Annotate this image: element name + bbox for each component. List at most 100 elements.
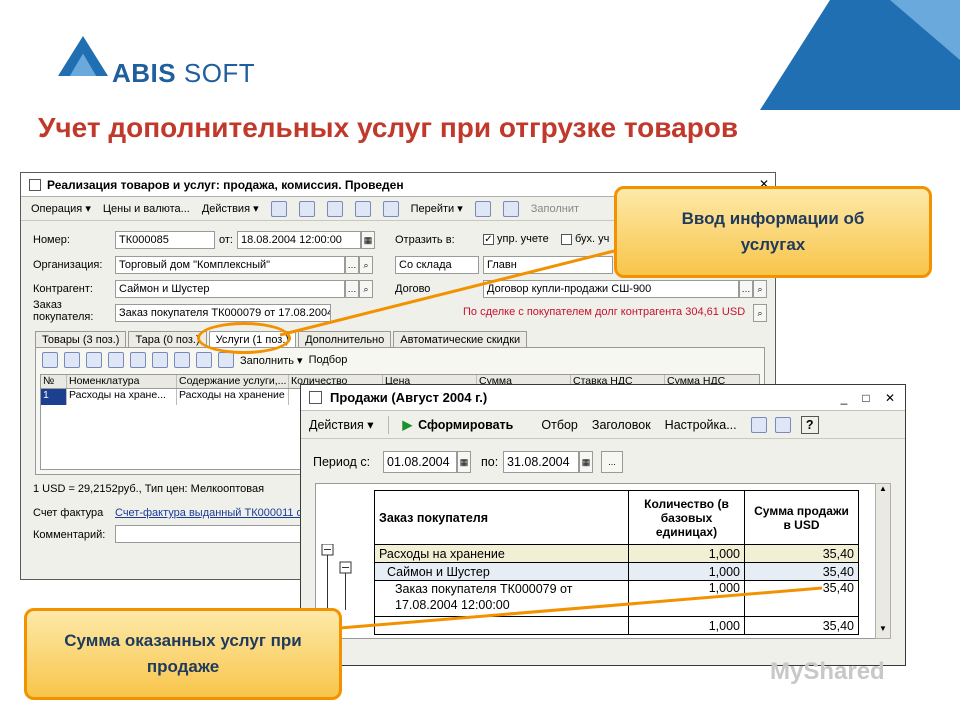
scroll-up-icon[interactable]: ▲: [876, 484, 890, 498]
period-more-button[interactable]: ...: [601, 451, 623, 473]
move-up-icon[interactable]: [152, 352, 168, 368]
ellipsis-icon[interactable]: …: [739, 280, 753, 298]
table-icon[interactable]: [502, 200, 519, 217]
add-row-icon[interactable]: [42, 352, 58, 368]
edit-row-icon[interactable]: [86, 352, 102, 368]
column-header[interactable]: Содержание услуги,...: [177, 375, 289, 388]
reflect-label: Отразить в:: [395, 234, 455, 246]
warehouse-select[interactable]: Со склада: [395, 256, 479, 274]
sort-asc-icon[interactable]: [196, 352, 212, 368]
number-input[interactable]: ТК000085: [115, 231, 215, 249]
order-input[interactable]: Заказ покупателя ТК000079 от 17.08.2004: [115, 304, 331, 322]
buh-checkbox[interactable]: бух. уч: [561, 233, 609, 245]
copy-row-icon[interactable]: [64, 352, 80, 368]
search-icon[interactable]: ⌕: [359, 256, 373, 274]
document-icon: [29, 178, 41, 191]
filter-button[interactable]: Отбор: [541, 418, 578, 432]
pick-button[interactable]: Подбор: [309, 354, 348, 366]
tab-goods[interactable]: Товары (3 поз.): [35, 331, 127, 348]
order-label: Заказ покупателя:: [33, 299, 94, 323]
tab-additional[interactable]: Дополнительно: [298, 331, 392, 348]
settings-button[interactable]: Настройка...: [665, 418, 737, 432]
menu-operation[interactable]: Операция ▾: [31, 202, 91, 215]
number-label: Номер:: [33, 234, 70, 246]
report-title: Продажи (Август 2004 г.): [330, 390, 488, 405]
report-table: Заказ покупателя Количество (в базовых е…: [374, 490, 859, 635]
contract-input[interactable]: Договор купли-продажи СШ-900: [483, 280, 739, 298]
calendar-icon[interactable]: ▦: [361, 231, 375, 249]
ellipsis-icon[interactable]: …: [345, 280, 359, 298]
check-icon: ✓: [483, 233, 494, 245]
rate-text: 1 USD = 29,2152руб., Тип цен: Мелкооптов…: [33, 483, 265, 495]
move-down-icon[interactable]: [174, 352, 190, 368]
tab-auto-discounts[interactable]: Автоматические скидки: [393, 331, 528, 348]
table-row[interactable]: Заказ покупателя ТК000079 от 17.08.2004 …: [374, 580, 859, 617]
load-settings-icon[interactable]: [774, 416, 791, 433]
warehouse-input[interactable]: Главн: [483, 256, 613, 274]
copy-icon[interactable]: [750, 416, 767, 433]
date-to-input[interactable]: 31.08.2004: [503, 451, 579, 473]
date-input[interactable]: 18.08.2004 12:00:00: [237, 231, 361, 249]
from-label: от:: [219, 234, 233, 246]
comment-label: Комментарий:: [33, 529, 106, 541]
report-titlebar: Продажи (Август 2004 г.): [301, 385, 905, 411]
row-qty: 1,000: [628, 544, 745, 563]
calendar-icon[interactable]: ▦: [579, 451, 593, 473]
print-icon[interactable]: [354, 200, 371, 217]
actions-menu[interactable]: Действия ▾: [309, 417, 374, 432]
column-header: Количество (в базовых единицах): [628, 490, 745, 545]
table-row[interactable]: Расходы на хранение 1,000 35,40: [374, 544, 859, 563]
close-icon[interactable]: ✕: [883, 391, 897, 405]
refresh-icon[interactable]: [326, 200, 343, 217]
brand-name: ABIS SOFT: [112, 58, 256, 88]
tab-tara[interactable]: Тара (0 поз.): [128, 331, 207, 348]
organization-input[interactable]: Торговый дом "Комплексный": [115, 256, 345, 274]
menu-actions[interactable]: Действия ▾: [202, 202, 259, 215]
row-name: [374, 616, 629, 635]
end-edit-icon[interactable]: [130, 352, 146, 368]
scroll-down-icon[interactable]: ▼: [876, 624, 890, 638]
maximize-icon[interactable]: □: [859, 391, 873, 405]
column-header[interactable]: №: [41, 375, 67, 388]
report-scrollbar[interactable]: ▲ ▼: [875, 483, 891, 639]
post-icon[interactable]: [382, 200, 399, 217]
contractor-input[interactable]: Саймон и Шустер: [115, 280, 345, 298]
invoice-link[interactable]: Счет-фактура выданный ТК000011 о: [115, 507, 303, 519]
help-icon[interactable]: [474, 200, 491, 217]
help-icon[interactable]: ?: [800, 415, 819, 434]
column-header: Сумма продажи в USD: [744, 490, 859, 545]
window-title: Реализация товаров и услуг: продажа, ком…: [47, 177, 404, 192]
table-cell: 1: [41, 389, 67, 405]
column-header[interactable]: Номенклатура: [67, 375, 177, 388]
menu-prices[interactable]: Цены и валюта...: [103, 203, 190, 215]
services-toolbar: Заполнить ▾ Подбор: [42, 352, 347, 368]
sort-desc-icon[interactable]: [218, 352, 234, 368]
calendar-icon[interactable]: ▦: [457, 451, 471, 473]
date-from-input[interactable]: 01.08.2004: [383, 451, 457, 473]
search-icon[interactable]: ⌕: [753, 280, 767, 298]
menu-goto[interactable]: Перейти ▾: [411, 202, 463, 215]
fill-button[interactable]: Заполнить ▾: [240, 354, 303, 367]
generate-button[interactable]: ▶ Сформировать: [403, 417, 528, 432]
upr-checkbox[interactable]: ✓ упр. учете: [483, 233, 549, 245]
comment-input[interactable]: [115, 525, 305, 543]
search-icon[interactable]: ⌕: [753, 304, 767, 322]
organization-label: Организация:: [33, 259, 103, 271]
debt-text: По сделке с покупателем долг контрагента…: [463, 306, 746, 318]
checkbox-icon: [561, 233, 572, 245]
row-sum: 35,40: [744, 616, 859, 635]
structure-icon[interactable]: [298, 200, 315, 217]
table-row[interactable]: Саймон и Шустер 1,000 35,40: [374, 562, 859, 581]
minimize-icon[interactable]: _: [837, 391, 851, 405]
delete-row-icon[interactable]: [108, 352, 124, 368]
row-sum: 35,40: [744, 580, 859, 617]
arrow-left-icon[interactable]: [270, 200, 287, 217]
row-name: Саймон и Шустер: [374, 562, 629, 581]
contractor-label: Контрагент:: [33, 283, 93, 295]
table-cell: Расходы на хранение: [177, 389, 289, 405]
search-icon[interactable]: ⌕: [359, 280, 373, 298]
table-row[interactable]: 1,000 35,40: [374, 616, 859, 635]
ellipsis-icon[interactable]: …: [345, 256, 359, 274]
header-button[interactable]: Заголовок: [592, 418, 651, 432]
menu-fill[interactable]: Заполнит: [531, 203, 579, 215]
